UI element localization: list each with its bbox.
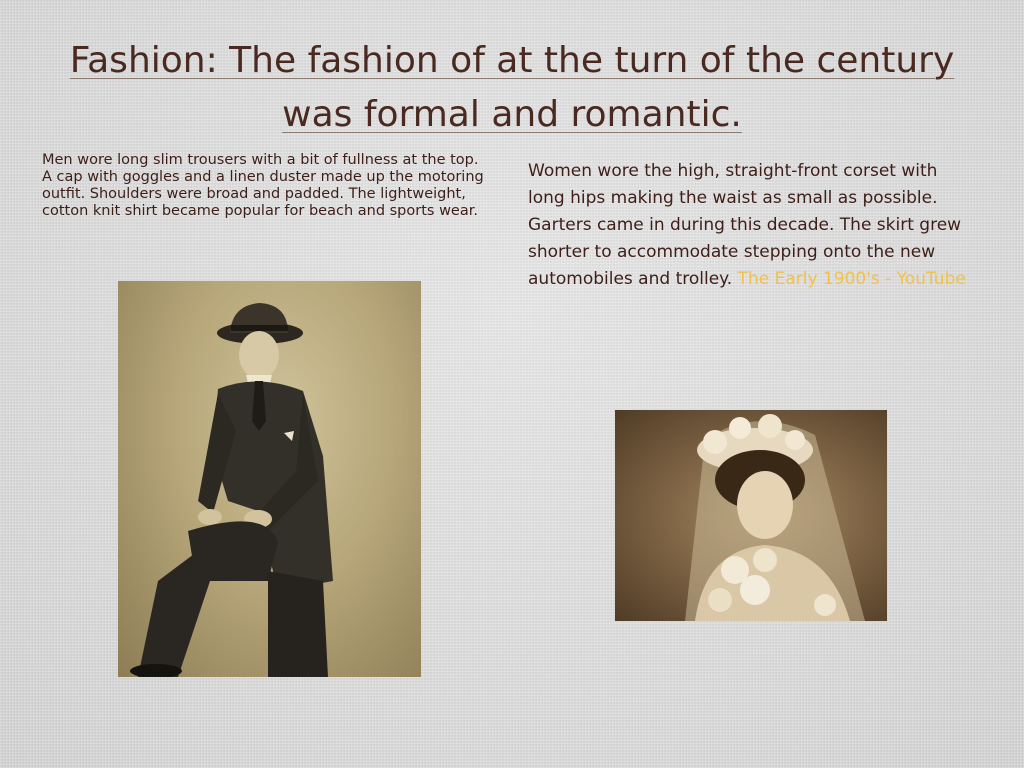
- men-fashion-text: Men wore long slim trousers with a bit o…: [42, 152, 484, 219]
- slide: Fashion: The fashion of at the turn of t…: [0, 0, 1024, 768]
- man-portrait-photo: [118, 281, 421, 677]
- woman-portrait-photo: [615, 410, 887, 621]
- women-fashion-text: Women wore the high, straight-front cors…: [528, 158, 978, 293]
- youtube-link[interactable]: The Early 1900's - YouTube: [738, 269, 966, 289]
- slide-title-text: Fashion: The fashion of at the turn of t…: [69, 40, 955, 135]
- slide-title: Fashion: The fashion of at the turn of t…: [60, 34, 964, 142]
